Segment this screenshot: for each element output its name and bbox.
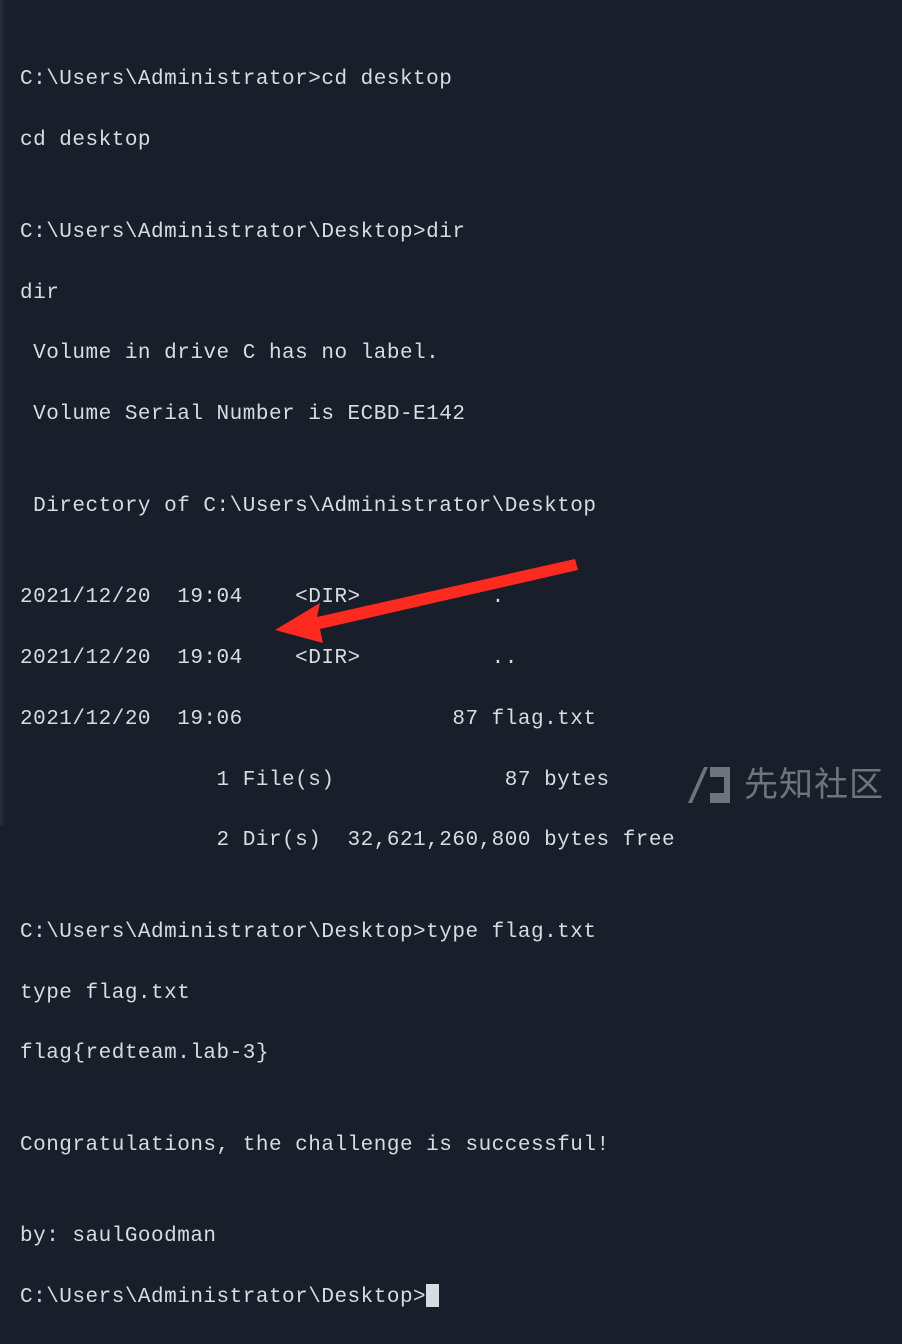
terminal-line: 2021/12/20 19:06 87 flag.txt — [20, 705, 902, 735]
terminal-line: Congratulations, the challenge is succes… — [20, 1131, 902, 1161]
terminal-prompt: C:\Users\Administrator\Desktop> — [20, 1286, 426, 1309]
terminal-line: cd desktop — [20, 126, 902, 156]
terminal-line: Volume Serial Number is ECBD-E142 — [20, 400, 902, 430]
cursor-icon — [426, 1284, 439, 1307]
terminal-line: Volume in drive C has no label. — [20, 339, 902, 369]
terminal-output[interactable]: C:\Users\Administrator>cd desktop cd des… — [20, 35, 902, 1344]
terminal-line: C:\Users\Administrator>cd desktop — [20, 65, 902, 95]
terminal-prompt-line: C:\Users\Administrator\Desktop> — [20, 1283, 902, 1313]
terminal-line: type flag.txt — [20, 979, 902, 1009]
terminal-line: 2021/12/20 19:04 <DIR> .. — [20, 644, 902, 674]
terminal-line: C:\Users\Administrator\Desktop>type flag… — [20, 918, 902, 948]
terminal-line: by: saulGoodman — [20, 1222, 902, 1252]
terminal-line: dir — [20, 279, 902, 309]
terminal-line: flag{redteam.lab-3} — [20, 1039, 902, 1069]
watermark-logo-icon — [684, 763, 734, 807]
window-edge — [0, 0, 6, 826]
terminal-line: 2 Dir(s) 32,621,260,800 bytes free — [20, 826, 902, 856]
watermark: 先知社区 — [684, 761, 884, 810]
terminal-line: Directory of C:\Users\Administrator\Desk… — [20, 492, 902, 522]
terminal-line: 2021/12/20 19:04 <DIR> . — [20, 583, 902, 613]
watermark-text: 先知社区 — [744, 761, 884, 810]
terminal-line: C:\Users\Administrator\Desktop>dir — [20, 218, 902, 248]
